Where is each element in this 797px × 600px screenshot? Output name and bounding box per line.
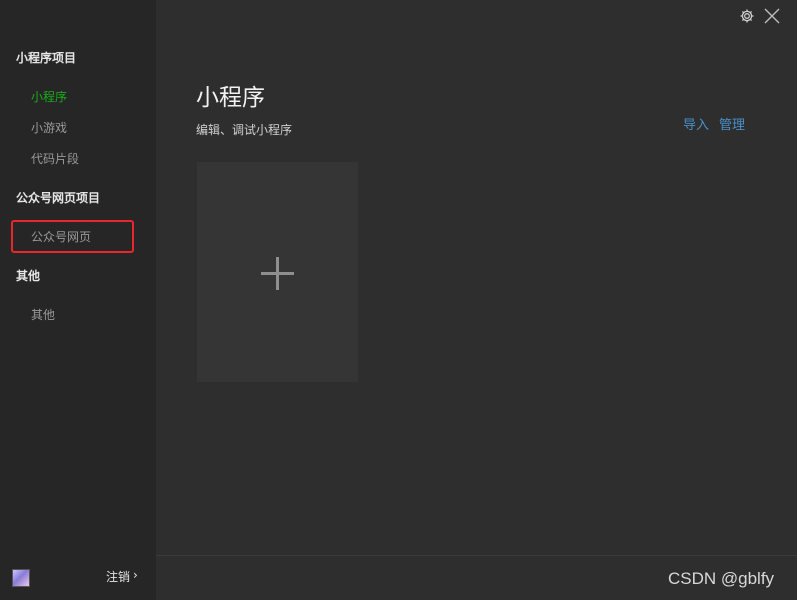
user-bar: 注销 › — [0, 555, 156, 600]
page-title: 小程序 — [196, 85, 265, 111]
app-window: 小程序项目 小程序 小游戏 代码片段 公众号网页项目 公众号网页 其他 其他 注… — [0, 0, 797, 600]
import-link[interactable]: 导入 — [683, 114, 709, 133]
gear-icon[interactable] — [739, 8, 755, 24]
section-other: 其他 — [16, 269, 41, 283]
watermark: CSDN @gblfy — [668, 569, 775, 588]
avatar[interactable] — [12, 569, 30, 587]
sidebar-item-official-webpage[interactable]: 公众号网页 — [31, 228, 91, 245]
sidebar-item-miniprogram[interactable]: 小程序 — [31, 88, 67, 105]
close-icon[interactable] — [763, 7, 781, 25]
sidebar-item-code-snippet[interactable]: 代码片段 — [31, 150, 79, 167]
plus-icon-vertical — [276, 257, 279, 290]
section-official-account-projects: 公众号网页项目 — [16, 191, 101, 205]
sidebar-item-other[interactable]: 其他 — [31, 306, 55, 323]
logout-button[interactable]: 注销 — [106, 568, 130, 585]
bottom-divider — [156, 555, 797, 556]
chevron-right-icon[interactable]: › — [133, 568, 138, 582]
manage-link[interactable]: 管理 — [719, 114, 745, 133]
sidebar-item-minigame[interactable]: 小游戏 — [31, 119, 67, 136]
main-panel: 小程序 编辑、调试小程序 导入 管理 CSDN @gblfy — [156, 0, 797, 600]
section-miniprogram-projects: 小程序项目 — [16, 51, 77, 65]
page-subtitle: 编辑、调试小程序 — [196, 123, 293, 137]
add-project-card[interactable] — [197, 162, 358, 382]
sidebar: 小程序项目 小程序 小游戏 代码片段 公众号网页项目 公众号网页 其他 其他 注… — [0, 0, 156, 600]
